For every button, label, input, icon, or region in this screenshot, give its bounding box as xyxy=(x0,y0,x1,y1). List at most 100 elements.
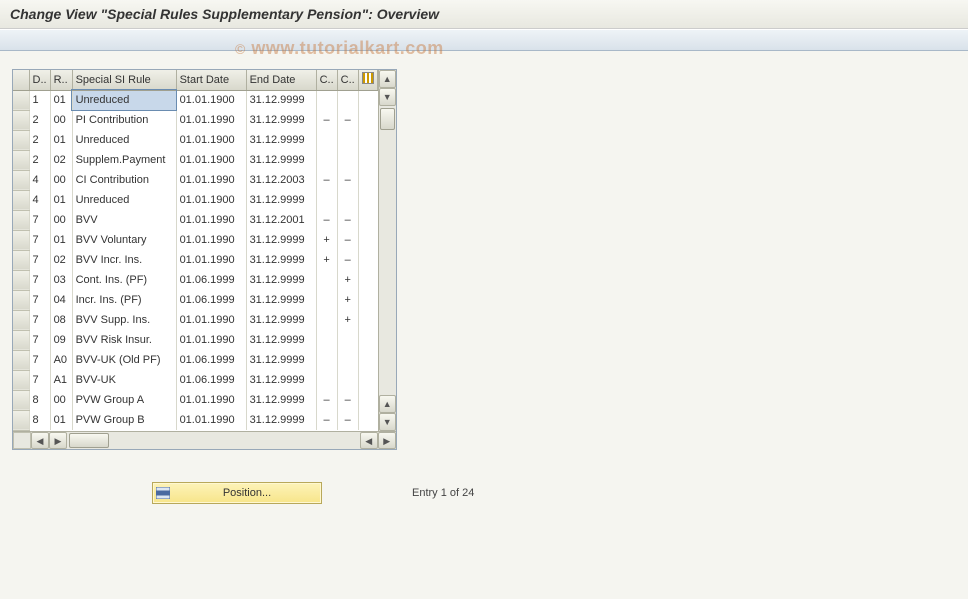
cell-end[interactable]: 31.12.9999 xyxy=(246,410,316,430)
cell-end[interactable]: 31.12.9999 xyxy=(246,330,316,350)
col-header-c1[interactable]: C.. xyxy=(316,70,337,90)
col-header-r[interactable]: R.. xyxy=(50,70,72,90)
cell-rule[interactable]: Unreduced xyxy=(72,190,176,210)
cell-end[interactable]: 31.12.9999 xyxy=(246,230,316,250)
table-row[interactable]: 201Unreduced01.01.190031.12.9999 xyxy=(13,130,377,150)
cell-start[interactable]: 01.01.1990 xyxy=(176,170,246,190)
cell-c2[interactable]: – xyxy=(337,390,358,410)
cell-c1[interactable] xyxy=(316,310,337,330)
table-row[interactable]: 701BVV Voluntary01.01.199031.12.9999+– xyxy=(13,230,377,250)
table-row[interactable]: 708BVV Supp. Ins.01.01.199031.12.9999+ xyxy=(13,310,377,330)
cell-c1[interactable]: – xyxy=(316,390,337,410)
horizontal-scrollbar[interactable]: ◀ ▶ ◀ ▶ xyxy=(13,431,396,449)
cell-d[interactable]: 7 xyxy=(29,230,50,250)
col-header-end[interactable]: End Date xyxy=(246,70,316,90)
cell-r[interactable]: 01 xyxy=(50,90,72,110)
cell-rule[interactable]: BVV Incr. Ins. xyxy=(72,250,176,270)
col-header-d[interactable]: D.. xyxy=(29,70,50,90)
cell-c2[interactable] xyxy=(337,130,358,150)
cell-c1[interactable] xyxy=(316,190,337,210)
scroll-right-button[interactable]: ▶ xyxy=(49,432,67,449)
cell-r[interactable]: A0 xyxy=(50,350,72,370)
cell-rule[interactable]: BVV Supp. Ins. xyxy=(72,310,176,330)
row-selector[interactable] xyxy=(13,170,29,190)
cell-c2[interactable]: – xyxy=(337,250,358,270)
cell-end[interactable]: 31.12.2001 xyxy=(246,210,316,230)
cell-end[interactable]: 31.12.9999 xyxy=(246,110,316,130)
col-header-config[interactable] xyxy=(358,70,377,90)
cell-d[interactable]: 2 xyxy=(29,150,50,170)
cell-end[interactable]: 31.12.9999 xyxy=(246,190,316,210)
cell-rule[interactable]: BVV-UK (Old PF) xyxy=(72,350,176,370)
cell-r[interactable]: 01 xyxy=(50,130,72,150)
table-row[interactable]: 101Unreduced01.01.190031.12.9999 xyxy=(13,90,377,110)
cell-d[interactable]: 1 xyxy=(29,90,50,110)
cell-start[interactable]: 01.01.1900 xyxy=(176,90,246,110)
table-row[interactable]: 700BVV01.01.199031.12.2001–– xyxy=(13,210,377,230)
cell-c1[interactable]: + xyxy=(316,230,337,250)
cell-c2[interactable]: – xyxy=(337,110,358,130)
cell-r[interactable]: 01 xyxy=(50,190,72,210)
scroll-left-button[interactable]: ◀ xyxy=(31,432,49,449)
cell-r[interactable]: 00 xyxy=(50,170,72,190)
cell-start[interactable]: 01.01.1990 xyxy=(176,230,246,250)
cell-d[interactable]: 7 xyxy=(29,310,50,330)
cell-c2[interactable]: + xyxy=(337,310,358,330)
table-row[interactable]: 7A0BVV-UK (Old PF)01.06.199931.12.9999 xyxy=(13,350,377,370)
cell-c2[interactable] xyxy=(337,370,358,390)
cell-c2[interactable]: – xyxy=(337,210,358,230)
cell-d[interactable]: 2 xyxy=(29,110,50,130)
scroll-up-button-bottom[interactable]: ▲ xyxy=(379,395,396,413)
cell-start[interactable]: 01.01.1990 xyxy=(176,410,246,430)
scroll-down-button-bottom[interactable]: ▼ xyxy=(379,413,396,431)
cell-rule[interactable]: BVV xyxy=(72,210,176,230)
cell-r[interactable]: 01 xyxy=(50,230,72,250)
cell-rule[interactable]: BVV Risk Insur. xyxy=(72,330,176,350)
cell-rule[interactable]: BVV Voluntary xyxy=(72,230,176,250)
table-settings-icon[interactable] xyxy=(362,72,374,84)
table-row[interactable]: 702BVV Incr. Ins.01.01.199031.12.9999+– xyxy=(13,250,377,270)
row-selector[interactable] xyxy=(13,90,29,110)
cell-rule[interactable]: PVW Group A xyxy=(72,390,176,410)
scroll-left-button-2[interactable]: ◀ xyxy=(360,432,378,449)
table-row[interactable]: 704Incr. Ins. (PF)01.06.199931.12.9999+ xyxy=(13,290,377,310)
vertical-scrollbar[interactable]: ▲ ▼ ▲ ▼ xyxy=(378,70,396,431)
table-row[interactable]: 709BVV Risk Insur.01.01.199031.12.9999 xyxy=(13,330,377,350)
cell-start[interactable]: 01.06.1999 xyxy=(176,290,246,310)
col-header-rule[interactable]: Special SI Rule xyxy=(72,70,176,90)
table-row[interactable]: 801PVW Group B01.01.199031.12.9999–– xyxy=(13,410,377,430)
cell-c2[interactable]: – xyxy=(337,170,358,190)
cell-start[interactable]: 01.01.1990 xyxy=(176,110,246,130)
cell-end[interactable]: 31.12.9999 xyxy=(246,90,316,110)
row-selector[interactable] xyxy=(13,370,29,390)
scroll-right-button-2[interactable]: ▶ xyxy=(378,432,396,449)
row-selector[interactable] xyxy=(13,290,29,310)
cell-d[interactable]: 7 xyxy=(29,330,50,350)
data-grid[interactable]: D.. R.. Special SI Rule Start Date End D… xyxy=(12,69,397,450)
cell-end[interactable]: 31.12.9999 xyxy=(246,290,316,310)
row-selector[interactable] xyxy=(13,190,29,210)
position-button[interactable]: Position... xyxy=(152,482,322,504)
cell-d[interactable]: 4 xyxy=(29,190,50,210)
cell-start[interactable]: 01.01.1900 xyxy=(176,130,246,150)
cell-r[interactable]: 02 xyxy=(50,150,72,170)
table-row[interactable]: 400CI Contribution01.01.199031.12.2003–– xyxy=(13,170,377,190)
cell-c1[interactable] xyxy=(316,270,337,290)
cell-d[interactable]: 8 xyxy=(29,390,50,410)
cell-c2[interactable]: + xyxy=(337,270,358,290)
cell-end[interactable]: 31.12.9999 xyxy=(246,310,316,330)
row-selector[interactable] xyxy=(13,270,29,290)
scroll-up-button[interactable]: ▲ xyxy=(379,70,396,88)
cell-start[interactable]: 01.01.1990 xyxy=(176,330,246,350)
cell-d[interactable]: 2 xyxy=(29,130,50,150)
cell-c2[interactable] xyxy=(337,90,358,110)
cell-c1[interactable] xyxy=(316,330,337,350)
cell-r[interactable]: A1 xyxy=(50,370,72,390)
cell-end[interactable]: 31.12.2003 xyxy=(246,170,316,190)
cell-rule[interactable]: Unreduced xyxy=(72,130,176,150)
row-selector[interactable] xyxy=(13,350,29,370)
cell-c1[interactable]: – xyxy=(316,210,337,230)
cell-r[interactable]: 00 xyxy=(50,110,72,130)
cell-r[interactable]: 00 xyxy=(50,210,72,230)
table-row[interactable]: 202Supplem.Payment01.01.190031.12.9999 xyxy=(13,150,377,170)
